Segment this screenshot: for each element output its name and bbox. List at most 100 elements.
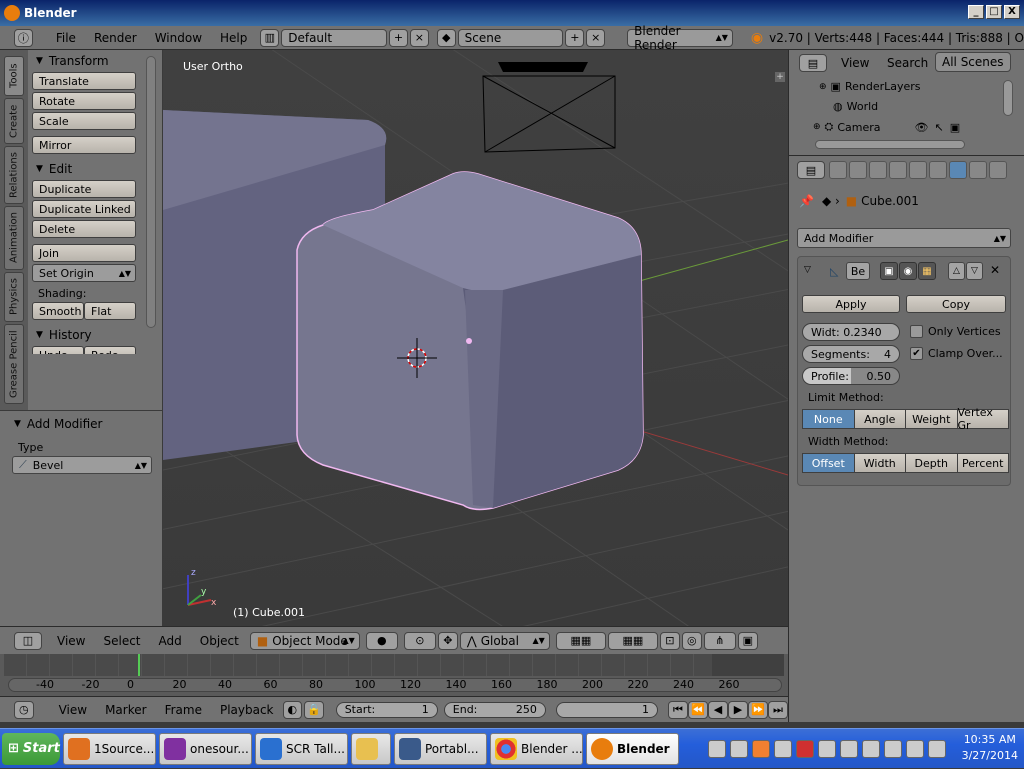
duplicate-button[interactable]: Duplicate xyxy=(32,180,136,198)
delete-button[interactable]: Delete xyxy=(32,220,136,238)
tab-create[interactable]: Create xyxy=(4,98,24,144)
limit-none-button[interactable]: None xyxy=(802,409,855,429)
tab-physics[interactable]: Physics xyxy=(4,272,24,322)
width-percent-button[interactable]: Percent xyxy=(956,453,1009,473)
modifier-name-field[interactable]: Be xyxy=(846,262,870,280)
tab-world-icon[interactable] xyxy=(889,161,907,179)
tab-animation[interactable]: Animation xyxy=(4,206,24,270)
jump-end-icon[interactable]: ⏭ xyxy=(767,700,788,719)
width-width-button[interactable]: Width xyxy=(853,453,906,473)
apply-button[interactable]: Apply xyxy=(802,295,900,313)
task-portable[interactable]: Portabl... xyxy=(394,732,487,765)
timeline-view-menu[interactable]: View xyxy=(50,703,96,717)
add-scene-icon[interactable]: + xyxy=(565,28,585,47)
current-frame-field[interactable]: 1 xyxy=(555,701,658,718)
menu-view[interactable]: View xyxy=(48,634,94,648)
visibility-eye-icon[interactable]: 👁 xyxy=(915,121,929,134)
undo-button[interactable]: Undo xyxy=(32,346,84,354)
proportional-edit-icon[interactable]: ◎ xyxy=(681,631,702,650)
timeline-playback-menu[interactable]: Playback xyxy=(211,703,283,717)
outliner-vscrollbar[interactable] xyxy=(1003,80,1013,116)
play-reverse-icon[interactable]: ◀ xyxy=(707,700,728,719)
mode-dropdown[interactable]: ■ Object Mode ▲▼ xyxy=(249,631,360,650)
viewport-editor-icon[interactable]: ◫ xyxy=(14,631,42,650)
transform-panel-header[interactable]: ▼ Transform xyxy=(28,50,162,72)
remove-modifier-icon[interactable]: ✕ xyxy=(990,263,1000,277)
select-arrow-icon[interactable]: ↖ xyxy=(935,121,944,134)
pivot-dropdown-icon[interactable]: ⊙ xyxy=(403,631,436,650)
modifier-type-dropdown[interactable]: ⟋ Bevel ▲▼ xyxy=(12,456,152,474)
close-button[interactable]: X xyxy=(1004,5,1020,19)
set-origin-dropdown[interactable]: Set Origin ▲▼ xyxy=(32,264,136,282)
flat-button[interactable]: Flat xyxy=(84,302,136,320)
shading-dropdown-icon[interactable]: ● xyxy=(365,631,398,650)
translate-button[interactable]: Translate xyxy=(32,72,136,90)
layout-icon[interactable]: ▥ xyxy=(260,28,280,47)
start-frame-field[interactable]: Start: 1 xyxy=(335,701,438,718)
tray-icon-5[interactable] xyxy=(796,740,814,758)
menu-window[interactable]: Window xyxy=(146,31,211,45)
history-panel-header[interactable]: ▼ History xyxy=(28,324,162,346)
move-down-icon[interactable]: ▽ xyxy=(966,262,983,280)
properties-toggle-icon[interactable]: + xyxy=(775,72,785,82)
tray-icon-7[interactable] xyxy=(840,740,858,758)
orientation-dropdown[interactable]: ⋀ Global ▲▼ xyxy=(459,631,550,650)
clock[interactable]: 10:35 AM 3/27/2014 xyxy=(962,732,1018,764)
layout-field[interactable]: Default xyxy=(281,28,388,47)
tab-grease-pencil[interactable]: Grease Pencil xyxy=(4,324,24,404)
tray-icon-1[interactable] xyxy=(708,740,726,758)
outliner-editor-icon[interactable]: ▤ xyxy=(799,54,827,72)
task-onesource[interactable]: onesour... xyxy=(159,732,252,765)
timeline[interactable]: -40 -20 0 20 40 60 80 100 120 140 160 180 200 220 240 2… xyxy=(0,654,788,696)
tab-tools[interactable]: Tools xyxy=(4,56,24,96)
menu-object[interactable]: Object xyxy=(191,634,248,648)
tab-render-icon[interactable] xyxy=(829,161,847,179)
width-field[interactable]: Widt: 0.2340 xyxy=(802,323,900,341)
task-ie[interactable]: SCR Tall... xyxy=(255,732,348,765)
scene-icon[interactable]: ◆ xyxy=(436,28,456,47)
timeline-frame-menu[interactable]: Frame xyxy=(156,703,211,717)
timeline-editor-icon[interactable]: ◷ xyxy=(14,700,34,719)
flag-icon[interactable] xyxy=(884,740,902,758)
segments-field[interactable]: Segments: 4 xyxy=(802,345,900,363)
remove-scene-icon[interactable]: × xyxy=(586,28,606,47)
join-button[interactable]: Join xyxy=(32,244,136,262)
edit-panel-header[interactable]: ▼ Edit xyxy=(28,158,162,180)
menu-select[interactable]: Select xyxy=(94,634,149,648)
tray-icon-3[interactable] xyxy=(752,740,770,758)
scale-button[interactable]: Scale xyxy=(32,112,136,130)
layers-grid-b[interactable]: ▦▦ xyxy=(607,631,658,650)
outliner-display-mode[interactable]: All Scenes xyxy=(935,52,1011,72)
timeline-marker-menu[interactable]: Marker xyxy=(96,703,155,717)
task-blender[interactable]: Blender xyxy=(586,732,679,765)
menu-add[interactable]: Add xyxy=(150,634,191,648)
collapse-triangle-icon[interactable]: ▽ xyxy=(804,265,811,275)
task-java[interactable]: 1Source... xyxy=(63,732,156,765)
outliner-item-world[interactable]: ◍ World xyxy=(833,100,878,113)
width-depth-button[interactable]: Depth xyxy=(905,453,958,473)
width-offset-button[interactable]: Offset xyxy=(802,453,855,473)
menu-file[interactable]: File xyxy=(47,31,85,45)
tab-data-icon[interactable] xyxy=(969,161,987,179)
limit-weight-button[interactable]: Weight xyxy=(905,409,958,429)
mirror-button[interactable]: Mirror xyxy=(32,136,136,154)
remove-layout-icon[interactable]: × xyxy=(409,28,429,47)
outliner-hscrollbar[interactable] xyxy=(815,140,965,149)
redo-button[interactable]: Redo xyxy=(84,346,136,354)
profile-slider[interactable]: Profile: 0.50 xyxy=(802,367,900,385)
duplicate-linked-button[interactable]: Duplicate Linked xyxy=(32,200,136,218)
limit-angle-button[interactable]: Angle xyxy=(853,409,906,429)
tab-constraints-icon[interactable] xyxy=(929,161,947,179)
tab-material-icon[interactable] xyxy=(989,161,1007,179)
outliner-item-renderlayers[interactable]: ⊕ ▣ RenderLayers xyxy=(819,80,921,93)
move-up-icon[interactable]: △ xyxy=(948,262,965,280)
lock-layers-icon[interactable]: ⊡ xyxy=(659,631,680,650)
3d-viewport[interactable]: z x y User Ortho (1) Cube.001 + xyxy=(163,50,788,626)
limit-vertex-group-button[interactable]: Vertex Gr xyxy=(956,406,1009,432)
only-vertices-checkbox[interactable]: Only Vertices xyxy=(910,325,1001,338)
add-modifier-dropdown[interactable]: Add Modifier ▲▼ xyxy=(797,228,1011,248)
snap-icon[interactable]: ⋔ xyxy=(703,631,736,650)
network-icon[interactable] xyxy=(906,740,924,758)
next-key-icon[interactable]: ⏩ xyxy=(747,700,768,719)
toolshelf-scrollbar[interactable] xyxy=(146,56,156,328)
